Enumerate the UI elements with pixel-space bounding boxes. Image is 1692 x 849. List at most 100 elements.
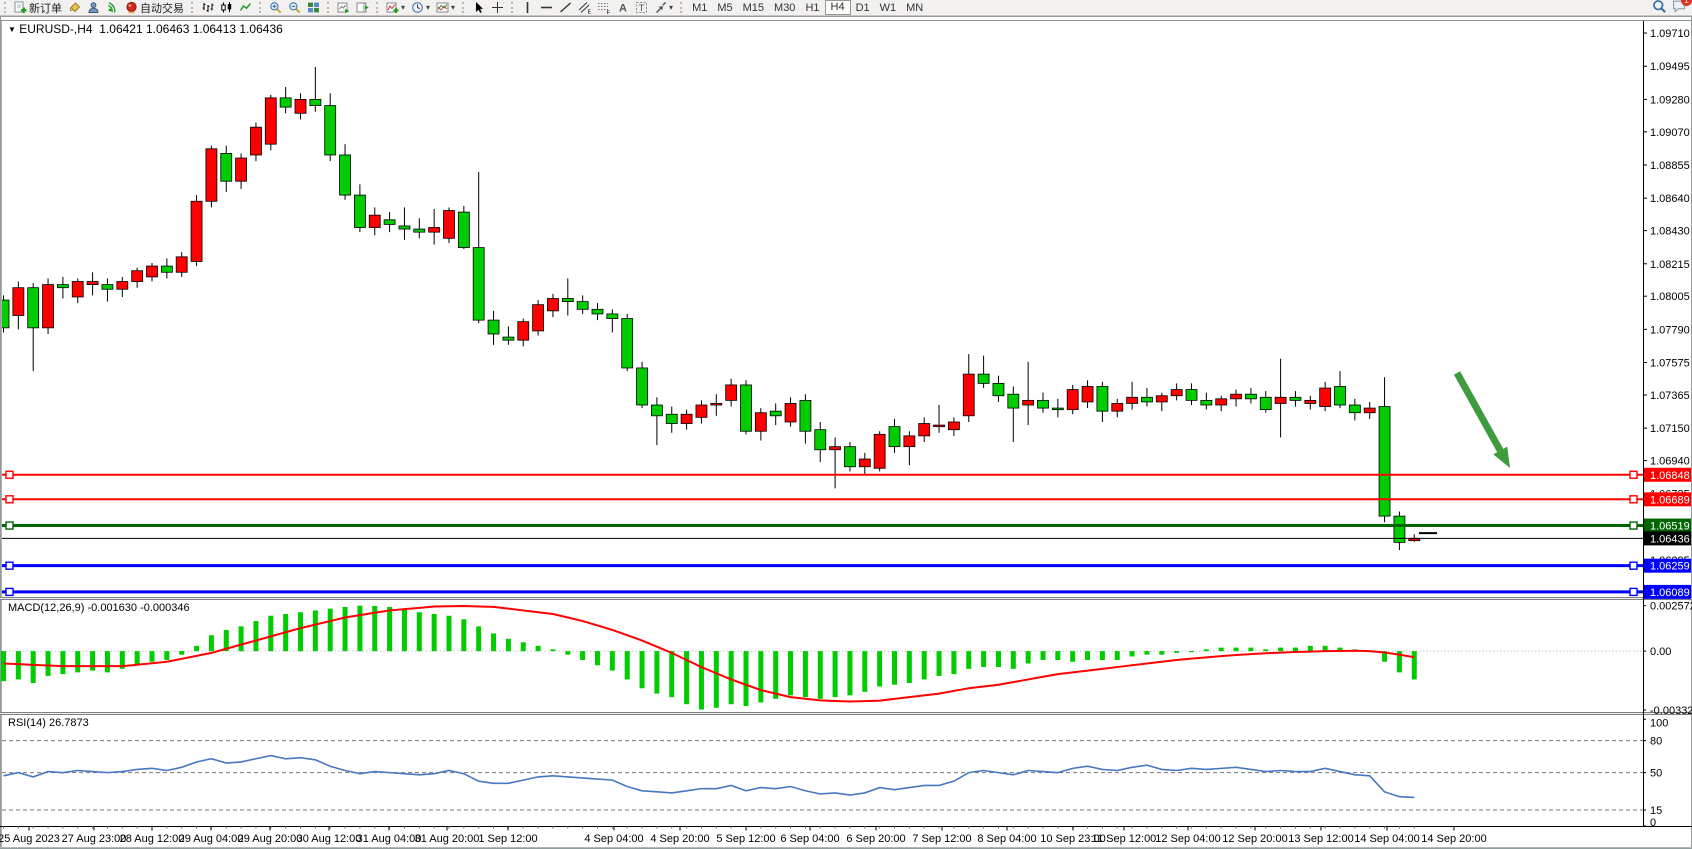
toolbar-group-zoom: [266, 0, 323, 16]
timeframe-m30-button[interactable]: M30: [769, 1, 800, 15]
tile-windows-button[interactable]: [304, 0, 323, 15]
candle: [429, 228, 440, 233]
line-chart-button[interactable]: [236, 0, 255, 15]
candle: [1112, 403, 1123, 411]
candle: [547, 299, 558, 311]
hline-handle[interactable]: [1630, 471, 1637, 478]
candle: [622, 319, 633, 368]
candlestick-button[interactable]: [217, 0, 236, 15]
rsi-axis-label: 15: [1650, 805, 1662, 817]
time-label: 12 Sep 04:00: [1155, 833, 1220, 845]
textbox-button[interactable]: T: [632, 0, 651, 15]
hline-handle[interactable]: [6, 496, 13, 503]
templates-button-dropdown-icon[interactable]: ▾: [451, 4, 455, 12]
styles-button[interactable]: [65, 0, 84, 15]
price-tick-label: 1.09070: [1650, 127, 1690, 139]
timeframe-m1-button[interactable]: M1: [687, 1, 712, 15]
candle: [265, 98, 276, 144]
macd-bar: [31, 651, 36, 683]
hline-handle[interactable]: [6, 471, 13, 478]
timeframe-m5-button[interactable]: M5: [712, 1, 737, 15]
arrows-button-dropdown-icon[interactable]: ▾: [669, 4, 673, 12]
trendline-button[interactable]: [556, 0, 575, 15]
periods-button[interactable]: ▾: [408, 0, 433, 15]
vertical-line-button[interactable]: [518, 0, 537, 15]
macd-bar: [580, 651, 585, 660]
hline-handle[interactable]: [1630, 588, 1637, 595]
chart-title[interactable]: ▼ EURUSD-,H4 1.06421 1.06463 1.06413 1.0…: [8, 22, 283, 36]
notifications-button[interactable]: 1: [1672, 0, 1686, 16]
macd-bar: [699, 651, 704, 709]
toolbar-group-pointer: [469, 0, 507, 16]
hline-handle[interactable]: [6, 588, 13, 595]
timeframe-h1-button[interactable]: H1: [800, 1, 824, 15]
price-tick-label: 1.08005: [1650, 291, 1690, 303]
text-button[interactable]: A: [613, 0, 632, 15]
timeframe-d1-button[interactable]: D1: [851, 1, 875, 15]
zoom-out-button[interactable]: [285, 0, 304, 15]
profile-button[interactable]: [84, 0, 103, 15]
channel-button[interactable]: E: [575, 0, 594, 15]
macd-bar: [521, 642, 526, 651]
search-icon: [1652, 0, 1666, 13]
periods-button-dropdown-icon[interactable]: ▾: [426, 4, 430, 12]
macd-axis-label: -0.003326: [1650, 705, 1692, 717]
templates-button[interactable]: ▾: [433, 0, 458, 15]
text-icon: A: [616, 1, 629, 14]
macd-bar: [714, 651, 719, 708]
auto-scroll-button[interactable]: [334, 0, 353, 15]
timeframe-mn-button[interactable]: MN: [901, 1, 928, 15]
hline-handle[interactable]: [6, 522, 13, 529]
toolbar-grip-zoom: [259, 2, 263, 13]
hline-handle[interactable]: [6, 562, 13, 569]
macd-indicator-label: MACD(12,26,9) -0.001630 -0.000346: [8, 602, 190, 614]
toolbar-group-insert: ▾ ▾ ▾: [383, 0, 458, 16]
macd-bar: [150, 651, 155, 662]
crosshair-button[interactable]: [488, 0, 507, 15]
macd-bar: [892, 651, 897, 685]
candle: [800, 400, 811, 431]
bar-chart-button[interactable]: [198, 0, 217, 15]
macd-bar: [937, 651, 942, 676]
bars-icon: [201, 1, 214, 14]
svg-text:A: A: [619, 3, 627, 15]
symbol-dropdown-icon[interactable]: ▼: [8, 25, 16, 34]
macd-bar: [640, 651, 645, 688]
candle: [503, 337, 514, 340]
zoom-in-button[interactable]: [266, 0, 285, 15]
horizontal-line-button[interactable]: [537, 0, 556, 15]
candle: [1290, 397, 1301, 400]
macd-bar: [239, 626, 244, 651]
candle: [874, 434, 885, 468]
candle: [473, 248, 484, 321]
new-order-button[interactable]: 新订单: [11, 0, 65, 15]
arrows-icon: [654, 1, 667, 14]
macd-bar: [981, 651, 986, 667]
time-label: 29 Aug 20:00: [238, 833, 303, 845]
chart-shift-button[interactable]: [353, 0, 372, 15]
timeframe-m15-button[interactable]: M15: [738, 1, 769, 15]
candle: [637, 368, 648, 405]
candle: [726, 385, 737, 400]
candle: [1216, 399, 1227, 405]
time-label: 6 Sep 20:00: [846, 833, 905, 845]
indicators-button[interactable]: ▾: [383, 0, 408, 15]
time-label: 12 Sep 20:00: [1222, 833, 1287, 845]
candle: [1201, 400, 1212, 405]
timeframe-h4-button[interactable]: H4: [825, 0, 851, 15]
arrows-button[interactable]: ▾: [651, 0, 676, 15]
hline-handle[interactable]: [1630, 496, 1637, 503]
indicators-button-dropdown-icon[interactable]: ▾: [401, 4, 405, 12]
cursor-button[interactable]: [469, 0, 488, 15]
signals-button[interactable]: [103, 0, 122, 15]
autotrade-button[interactable]: 自动交易: [122, 0, 187, 15]
hline-handle[interactable]: [1630, 522, 1637, 529]
candle: [1171, 390, 1182, 396]
macd-bar: [565, 651, 570, 655]
fibonacci-button[interactable]: F: [594, 0, 613, 15]
candle: [1275, 397, 1286, 403]
macd-bar: [951, 651, 956, 674]
timeframe-w1-button[interactable]: W1: [875, 1, 902, 15]
search-button[interactable]: [1652, 0, 1666, 16]
hline-handle[interactable]: [1630, 562, 1637, 569]
